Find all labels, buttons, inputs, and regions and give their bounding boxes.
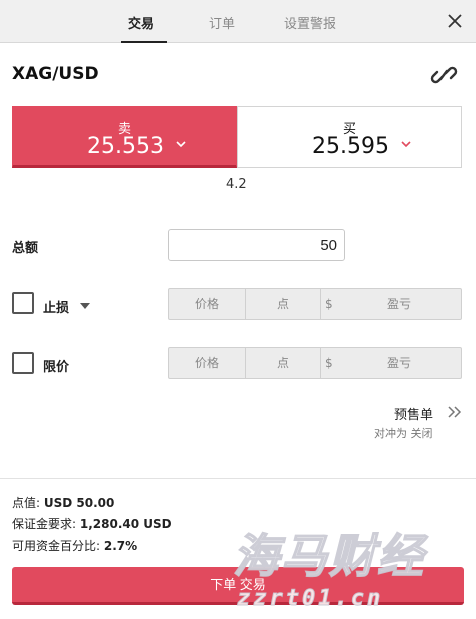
sell-price: 25.553 — [87, 134, 164, 159]
link-icon[interactable] — [430, 62, 458, 88]
limit-pnl-field[interactable]: 盈亏 — [337, 348, 461, 378]
oco-status: 对冲为 关闭 — [374, 427, 433, 440]
currency-symbol: $ — [325, 297, 333, 311]
field-divider — [320, 289, 321, 319]
margin-value: 1,280.40 USD — [79, 517, 172, 531]
stop-loss-pnl-field[interactable]: 盈亏 — [337, 289, 461, 319]
funds-value: 2.7% — [103, 539, 138, 553]
currency-symbol: $ — [325, 356, 333, 370]
pip-value-label: 点值: — [12, 496, 44, 510]
stop-loss-points-field[interactable]: 点 — [246, 289, 320, 319]
buy-button[interactable]: 买 25.595 — [237, 106, 462, 168]
spread-value: 4.2 — [226, 177, 247, 192]
preorder-link[interactable]: 预售单 — [394, 404, 433, 423]
funds-row: 可用资金百分比: 2.7% — [12, 537, 137, 554]
sell-button[interactable]: 卖 25.553 — [12, 106, 237, 168]
close-icon[interactable] — [444, 10, 466, 32]
stop-loss-checkbox[interactable] — [12, 292, 34, 314]
double-chevron-right-icon[interactable] — [447, 405, 463, 419]
caret-down-icon[interactable] — [80, 303, 90, 309]
amount-label: 总额 — [12, 241, 39, 256]
limit-price-field[interactable]: 价格 — [169, 348, 245, 378]
margin-label: 保证金要求: — [12, 517, 80, 531]
stop-loss-label: 止损 — [43, 301, 70, 316]
funds-label: 可用资金百分比: — [12, 539, 104, 553]
pip-value-row: 点值: USD 50.00 — [12, 494, 114, 511]
tab-orders[interactable]: 订单 — [209, 13, 235, 32]
instrument-symbol: XAG/USD — [12, 64, 99, 84]
limit-label: 限价 — [43, 360, 70, 375]
limit-fields: 价格 点 $ 盈亏 — [168, 347, 462, 379]
chevron-down-icon — [176, 141, 186, 148]
tab-alerts[interactable]: 设置警报 — [284, 13, 336, 32]
chevron-down-icon — [401, 141, 411, 148]
margin-row: 保证金要求: 1,280.40 USD — [12, 515, 172, 532]
tab-bar: 交易 订单 设置警报 — [0, 0, 476, 43]
buy-price: 25.595 — [312, 134, 389, 159]
active-tab-indicator — [121, 41, 167, 43]
field-divider — [320, 348, 321, 378]
amount-input[interactable] — [168, 229, 345, 261]
stop-loss-fields: 价格 点 $ 盈亏 — [168, 288, 462, 320]
stop-loss-price-field[interactable]: 价格 — [169, 289, 245, 319]
place-order-button[interactable]: 下单 交易 — [12, 567, 464, 605]
pip-value: USD 50.00 — [43, 496, 115, 510]
divider — [0, 478, 476, 479]
limit-checkbox[interactable] — [12, 352, 34, 374]
tab-trade[interactable]: 交易 — [128, 13, 154, 32]
limit-points-field[interactable]: 点 — [246, 348, 320, 378]
